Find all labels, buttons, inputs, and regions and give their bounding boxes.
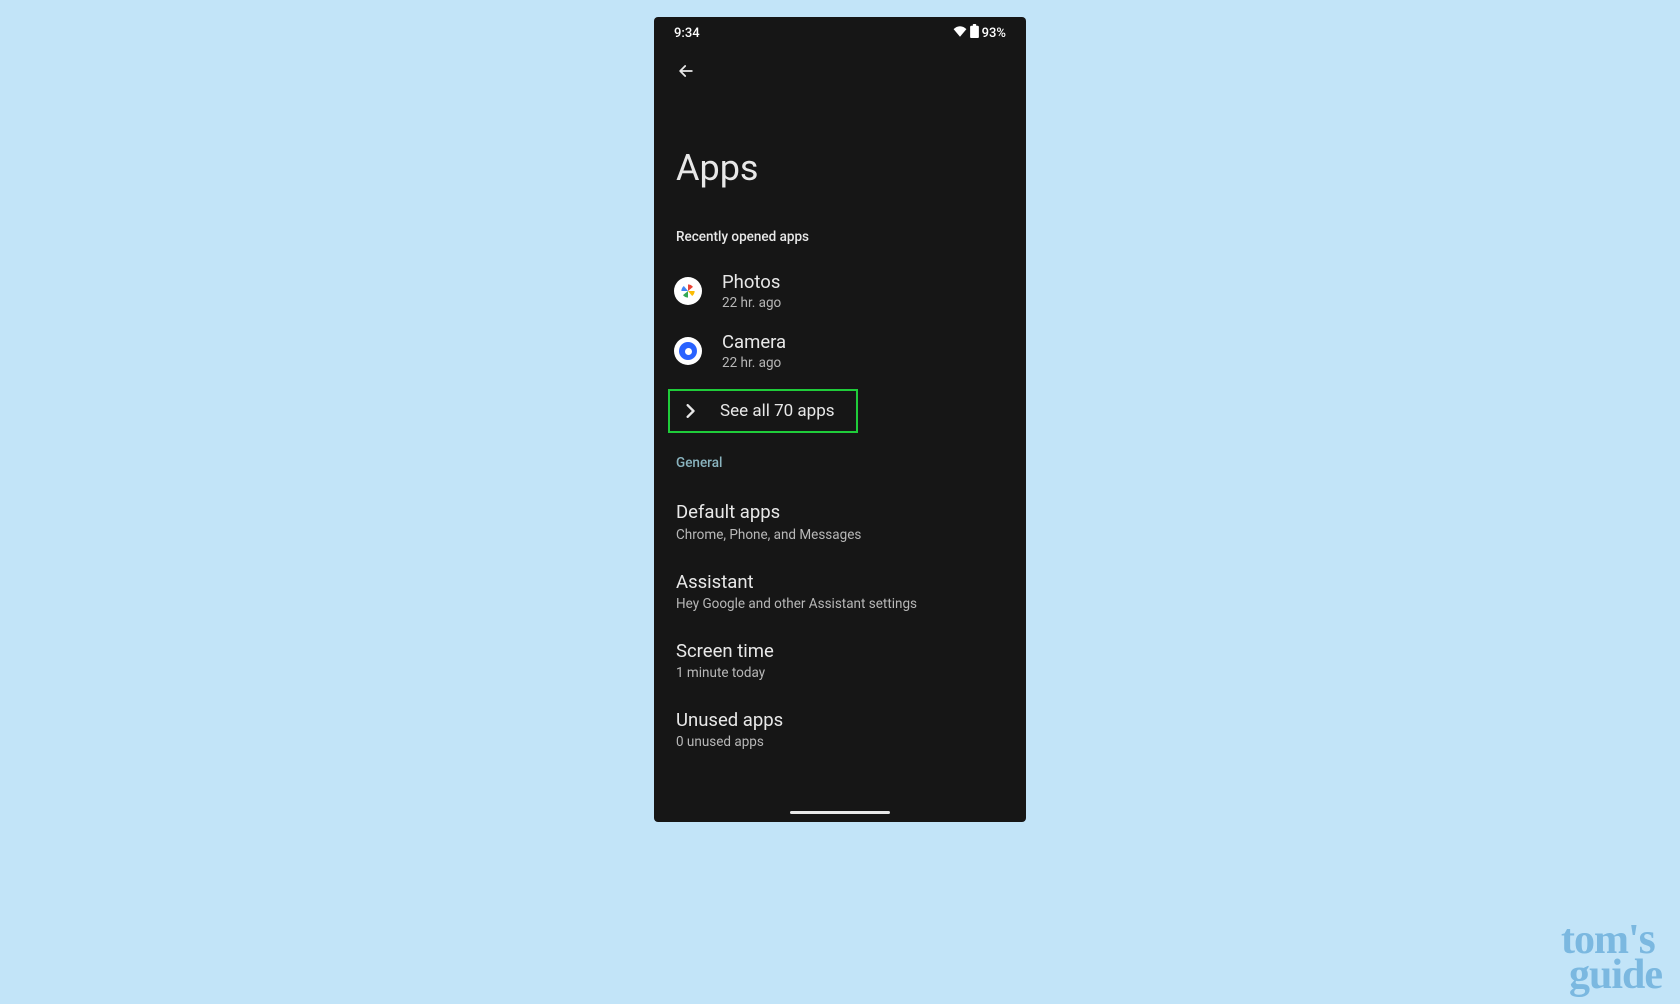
see-all-label: See all 70 apps (720, 401, 835, 421)
app-sub: 22 hr. ago (722, 295, 781, 311)
gesture-bar[interactable] (790, 811, 890, 814)
battery-text: 93% (982, 26, 1006, 41)
wifi-icon (953, 26, 967, 41)
camera-icon (674, 337, 702, 365)
screen-time-row[interactable]: Screen time 1 minute today (654, 626, 1026, 695)
page-title: Apps (654, 83, 1026, 229)
row-sub: 1 minute today (676, 665, 1004, 681)
battery-icon (970, 24, 979, 42)
unused-apps-row[interactable]: Unused apps 0 unused apps (654, 695, 1026, 764)
row-sub: Hey Google and other Assistant settings (676, 596, 1004, 612)
watermark-logo: toms guide (1561, 920, 1662, 994)
status-right: 93% (953, 24, 1006, 42)
photos-icon (674, 277, 702, 305)
phone-frame: 9:34 93% Apps Recently opened apps (654, 17, 1026, 822)
default-apps-row[interactable]: Default apps Chrome, Phone, and Messages (654, 487, 1026, 556)
row-title: Unused apps (676, 709, 1004, 732)
status-bar: 9:34 93% (654, 17, 1026, 49)
app-row-camera[interactable]: Camera 22 hr. ago (654, 321, 1026, 381)
app-name: Photos (722, 271, 781, 293)
app-row-photos[interactable]: Photos 22 hr. ago (654, 261, 1026, 321)
recent-header: Recently opened apps (654, 229, 1026, 261)
general-header: General (654, 433, 1026, 487)
row-sub: Chrome, Phone, and Messages (676, 527, 1004, 543)
assistant-row[interactable]: Assistant Hey Google and other Assistant… (654, 557, 1026, 626)
row-sub: 0 unused apps (676, 734, 1004, 750)
status-time: 9:34 (674, 26, 700, 41)
row-title: Default apps (676, 501, 1004, 524)
chevron-right-icon (680, 401, 700, 421)
app-name: Camera (722, 331, 786, 353)
row-title: Screen time (676, 640, 1004, 663)
see-all-apps-button[interactable]: See all 70 apps (668, 389, 858, 433)
app-sub: 22 hr. ago (722, 355, 786, 371)
back-button[interactable] (674, 59, 698, 83)
row-title: Assistant (676, 571, 1004, 594)
